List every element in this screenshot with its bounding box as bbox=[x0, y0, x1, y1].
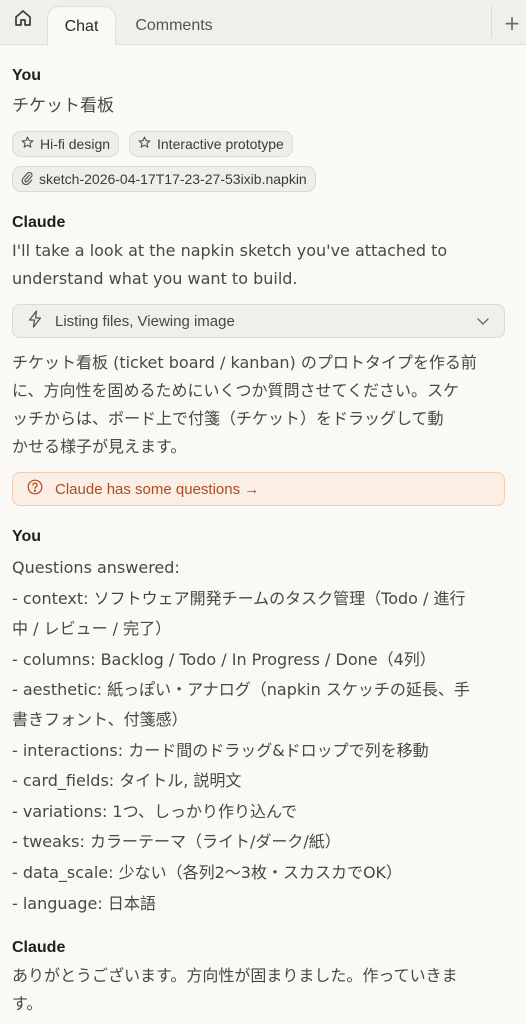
attachment-filename: sketch-2026-04-17T17-23-27-53ixib.napkin bbox=[39, 171, 307, 187]
tool-activity-toggle[interactable]: Listing files, Viewing image bbox=[12, 304, 505, 338]
speaker-you: You bbox=[12, 67, 42, 84]
home-icon bbox=[13, 8, 33, 32]
claude-reply-line: ありがとうございます。方向性が固まりました。作っていきま bbox=[12, 966, 458, 985]
answer-line: - data_scale: 少ない（各列2〜3枚・スカスカでOK） bbox=[12, 863, 403, 882]
tab-comments-label: Comments bbox=[135, 17, 213, 34]
chip-hifi-design[interactable]: Hi-fi design bbox=[12, 131, 120, 157]
new-tab-button[interactable]: + bbox=[498, 6, 526, 40]
question-circle-icon bbox=[27, 479, 43, 499]
chip-label: Hi-fi design bbox=[40, 136, 111, 152]
chip-label: Interactive prototype bbox=[157, 136, 284, 152]
questions-button[interactable]: Claude has some questions → bbox=[12, 472, 505, 506]
answer-line: Questions answered: bbox=[12, 558, 180, 577]
answer-line: - card_fields: タイトル, 説明文 bbox=[12, 771, 242, 790]
user-message-text: チケット看板 bbox=[12, 96, 114, 116]
answer-line: 書きフォント、付箋感） bbox=[12, 710, 188, 729]
answer-line: - columns: Backlog / Todo / In Progress … bbox=[12, 650, 436, 669]
speaker-claude: Claude bbox=[12, 939, 66, 956]
answer-line: - variations: 1つ、しっかり作り込んで bbox=[12, 802, 298, 821]
star-icon bbox=[21, 136, 34, 152]
claude-intro-line: I'll take a look at the napkin sketch yo… bbox=[12, 241, 448, 260]
lightning-icon bbox=[27, 310, 43, 332]
claude-body-line: ッチからは、ボード上で付箋（チケット）をドラッグして動 bbox=[12, 409, 444, 428]
tab-bar: Chat Comments + bbox=[0, 0, 526, 46]
chip-interactive-prototype[interactable]: Interactive prototype bbox=[129, 131, 293, 157]
answer-line: - aesthetic: 紙っぽい・アナログ（napkin スケッチの延長、手 bbox=[12, 680, 470, 699]
speaker-you: You bbox=[12, 528, 42, 545]
answer-line: - tweaks: カラーテーマ（ライト/ダーク/紙） bbox=[12, 832, 341, 851]
claude-body-line: に、方向性を固めるためにいくつか質問させてください。スケ bbox=[12, 381, 460, 400]
tab-chat-label: Chat bbox=[64, 17, 99, 35]
answer-line: - context: ソフトウェア開発チームのタスク管理（Todo / 進行 bbox=[12, 589, 466, 608]
answer-line: - interactions: カード間のドラッグ&ドロップで列を移動 bbox=[12, 741, 429, 760]
tool-activity-label: Listing files, Viewing image bbox=[55, 312, 235, 330]
claude-body-line: チケット看板 (ticket board / kanban) のプロトタイプを作… bbox=[12, 353, 477, 372]
home-button[interactable] bbox=[2, 3, 44, 37]
attachment-chip[interactable]: sketch-2026-04-17T17-23-27-53ixib.napkin bbox=[12, 166, 316, 192]
claude-reply-line: す。 bbox=[12, 994, 43, 1013]
chevron-down-icon bbox=[476, 314, 490, 332]
tab-comments[interactable]: Comments bbox=[126, 6, 222, 46]
tab-chat[interactable]: Chat bbox=[47, 6, 116, 46]
questions-label: Claude has some questions → bbox=[55, 480, 260, 498]
answer-line: 中 / レビュー / 完了） bbox=[12, 619, 172, 638]
star-icon bbox=[138, 136, 151, 152]
tab-divider bbox=[491, 6, 492, 38]
speaker-claude: Claude bbox=[12, 214, 66, 231]
paperclip-icon bbox=[21, 171, 33, 188]
claude-intro-line: understand what you want to build. bbox=[12, 269, 298, 288]
answer-line: - language: 日本語 bbox=[12, 894, 156, 913]
claude-body-line: かせる様子が見えます。 bbox=[12, 437, 187, 456]
